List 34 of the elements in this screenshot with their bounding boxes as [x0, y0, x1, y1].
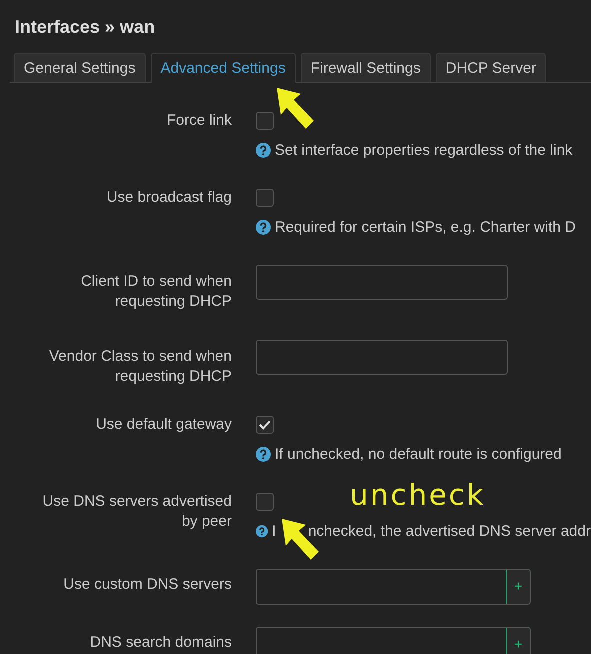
tab[interactable]: Advanced Settings [150, 53, 296, 83]
field-label: Use DNS servers advertised by peer [42, 492, 232, 532]
tab[interactable]: DHCP Server [436, 53, 546, 82]
tab[interactable]: Firewall Settings [300, 53, 431, 82]
help-icon [256, 143, 271, 158]
help-text: Required for certain ISPs, e.g. Charter with D [275, 219, 576, 236]
field-label: Force link [166, 111, 232, 131]
add-button[interactable]: + [506, 628, 530, 654]
help-text: nchecked, the advertised DNS server addr [308, 523, 591, 540]
help-text: I [272, 523, 276, 540]
field-label: Use default gateway [95, 415, 232, 435]
arrow-icon [277, 88, 315, 130]
add-button[interactable]: + [506, 570, 530, 604]
field-label: Vendor Class to send when requesting DHCP [48, 347, 232, 387]
checkbox[interactable] [256, 189, 274, 207]
field-label: Client ID to send when requesting DHCP [80, 272, 232, 312]
page-title: Interfaces » wan [14, 16, 156, 38]
tab[interactable]: General Settings [14, 53, 146, 82]
input-field[interactable]: + [256, 627, 531, 654]
help-text: If unchecked, no default route is configured [275, 446, 562, 463]
help-icon [256, 524, 268, 539]
checkbox[interactable] [256, 112, 274, 130]
annotation-text: uncheck [350, 478, 486, 512]
field-label: Use custom DNS servers [62, 575, 232, 595]
checkbox[interactable] [256, 493, 274, 511]
input-field[interactable]: + [256, 569, 531, 605]
input-field[interactable] [256, 265, 508, 300]
help-icon [256, 220, 271, 235]
help-icon [256, 447, 271, 462]
input-field[interactable] [256, 340, 508, 375]
checkbox[interactable] [256, 416, 274, 434]
help-text: Set interface properties regardless of the link [275, 142, 573, 159]
field-label: Use broadcast flag [106, 188, 232, 208]
field-label: DNS search domains [89, 633, 232, 653]
